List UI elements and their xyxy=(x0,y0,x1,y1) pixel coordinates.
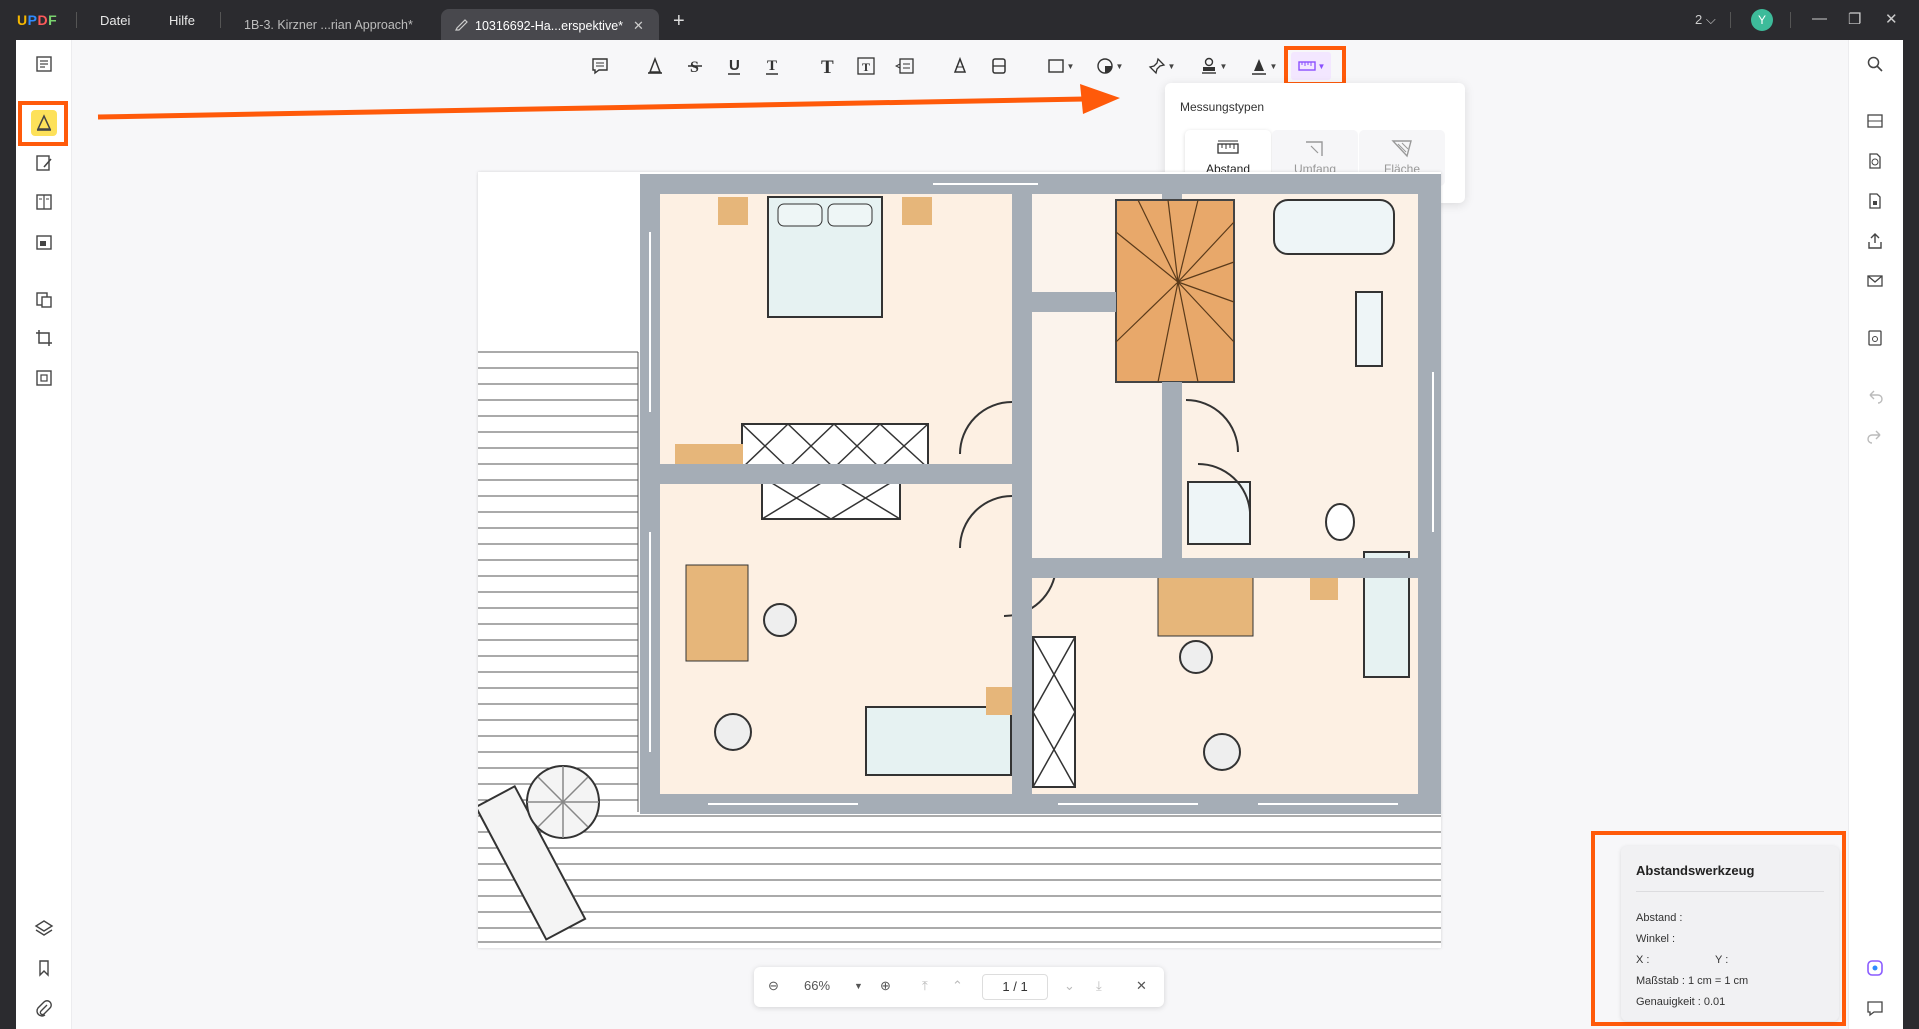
close-tab-icon[interactable]: ✕ xyxy=(633,18,644,33)
distance-value: Abstand : xyxy=(1636,912,1683,924)
zoom-out-icon[interactable]: ⊖ xyxy=(768,978,779,994)
tab-document-2[interactable]: 10316692-Ha...erspektive* ✕ xyxy=(441,9,659,40)
undo-icon[interactable] xyxy=(1862,383,1888,409)
textbox-icon[interactable]: T xyxy=(852,52,880,80)
minimize-icon[interactable]: — xyxy=(1812,10,1827,27)
title-separator xyxy=(1730,12,1731,28)
eraser-icon[interactable] xyxy=(985,52,1013,80)
zoom-in-icon[interactable]: ⊕ xyxy=(880,978,891,994)
squiggly-icon[interactable]: T xyxy=(758,52,786,80)
pin-icon[interactable]: ▼ xyxy=(1143,52,1179,80)
svg-text:T: T xyxy=(821,57,834,76)
avatar[interactable]: Y xyxy=(1751,9,1773,31)
tab-document-1[interactable]: 1B-3. Kirzner ...rian Approach* xyxy=(230,9,427,40)
last-page-icon[interactable]: ⤓ xyxy=(1096,978,1102,994)
strikethrough-icon[interactable]: S xyxy=(681,52,709,80)
page-separator: / xyxy=(1013,979,1017,994)
ai-assistant-icon[interactable] xyxy=(1862,955,1888,981)
convert-file-icon[interactable] xyxy=(1862,148,1888,174)
menu-datei[interactable]: Datei xyxy=(100,13,130,28)
protect-icon[interactable] xyxy=(1862,188,1888,214)
text-icon[interactable]: T xyxy=(814,52,842,80)
tab-label: 1B-3. Kirzner ...rian Approach* xyxy=(244,18,413,32)
pdf-page[interactable] xyxy=(478,172,1441,948)
close-zoom-bar-icon[interactable]: ✕ xyxy=(1136,978,1147,994)
title-separator xyxy=(76,12,77,28)
comments-panel-icon[interactable] xyxy=(1862,995,1888,1021)
distance-tool-panel: Abstandswerkzeug Abstand : Winkel : X : … xyxy=(1621,846,1839,1021)
perimeter-icon xyxy=(1306,141,1323,156)
text-callout-icon[interactable] xyxy=(891,52,919,80)
comment-mode-highlight xyxy=(18,101,68,146)
zoom-dropdown-icon[interactable]: ▼ xyxy=(854,981,863,991)
svg-text:T: T xyxy=(862,60,870,74)
zoom-bar: ⊖ 66% ▼ ⊕ ⤒ ⌃ 1 / 1 ⌄ ⤓ ✕ xyxy=(754,967,1164,1007)
color-icon[interactable]: ▼ xyxy=(1091,52,1127,80)
svg-text:S: S xyxy=(690,59,699,76)
floor-plan-drawing xyxy=(478,174,1441,943)
title-separator xyxy=(220,12,221,28)
area-icon xyxy=(1391,140,1412,158)
pencil-icon[interactable] xyxy=(946,52,974,80)
svg-text:T: T xyxy=(767,58,777,74)
panel-title: Abstandswerkzeug xyxy=(1636,863,1755,878)
search-icon[interactable] xyxy=(1862,51,1888,77)
restore-icon[interactable]: ❐ xyxy=(1848,10,1861,28)
angle-value: Winkel : xyxy=(1636,933,1676,945)
annotation-arrow-icon xyxy=(97,84,1120,120)
popup-title: Messungstypen xyxy=(1180,100,1265,114)
title-separator xyxy=(1790,12,1791,28)
menu-hilfe[interactable]: Hilfe xyxy=(169,13,195,28)
crop-icon[interactable] xyxy=(31,325,57,351)
edit-pdf-icon[interactable] xyxy=(31,150,57,176)
zoom-level[interactable]: 66% xyxy=(804,978,830,993)
ocr-icon[interactable] xyxy=(1862,108,1888,134)
add-tab-icon[interactable]: + xyxy=(673,10,685,33)
edit-icon xyxy=(455,19,468,31)
layers-icon[interactable] xyxy=(31,915,57,941)
updf-logo: UPDF xyxy=(17,12,58,28)
scale-value: Maßstab : 1 cm = 1 cm xyxy=(1636,975,1749,987)
page-indicator[interactable]: 1 / 1 xyxy=(982,974,1048,1000)
previous-page-icon[interactable]: ⌃ xyxy=(952,978,963,994)
signature-icon[interactable]: ▼ xyxy=(1245,52,1281,80)
total-pages: 1 xyxy=(1020,979,1028,994)
underline-icon[interactable]: U xyxy=(720,52,748,80)
first-page-icon[interactable]: ⤒ xyxy=(922,978,928,994)
close-window-icon[interactable]: ✕ xyxy=(1885,10,1898,28)
highlight-icon[interactable] xyxy=(641,52,669,80)
next-page-icon[interactable]: ⌄ xyxy=(1064,978,1075,994)
precision-value: Genauigkeit : 0.01 xyxy=(1636,996,1726,1008)
convert-icon[interactable] xyxy=(31,287,57,313)
ruler-icon xyxy=(1217,140,1239,154)
title-bar: UPDF Datei Hilfe 1B-3. Kirzner ...rian A… xyxy=(0,0,1919,40)
reader-mode-icon[interactable] xyxy=(31,51,57,77)
measure-tool-highlight xyxy=(1284,46,1346,86)
rectangle-shape-icon[interactable]: ▼ xyxy=(1042,52,1078,80)
redo-icon[interactable] xyxy=(1862,423,1888,449)
share-icon[interactable] xyxy=(1862,228,1888,254)
page-organize-icon[interactable] xyxy=(31,189,57,215)
x-coordinate: X : xyxy=(1636,954,1650,966)
current-page: 1 xyxy=(1002,979,1010,994)
svg-text:U: U xyxy=(729,57,740,74)
form-icon[interactable] xyxy=(31,229,57,255)
tab-label: 10316692-Ha...erspektive* xyxy=(475,19,624,33)
save-icon[interactable] xyxy=(1862,325,1888,351)
y-coordinate: Y : xyxy=(1715,954,1729,966)
attachment-icon[interactable] xyxy=(31,996,57,1022)
compress-icon[interactable] xyxy=(31,365,57,391)
panel-divider xyxy=(1636,891,1824,892)
stamp-icon[interactable]: ▼ xyxy=(1195,52,1231,80)
comment-icon[interactable] xyxy=(586,52,614,80)
bookmark-icon[interactable] xyxy=(31,955,57,981)
email-icon[interactable] xyxy=(1862,268,1888,294)
window-count[interactable]: 2 ⌵ xyxy=(1695,12,1716,28)
